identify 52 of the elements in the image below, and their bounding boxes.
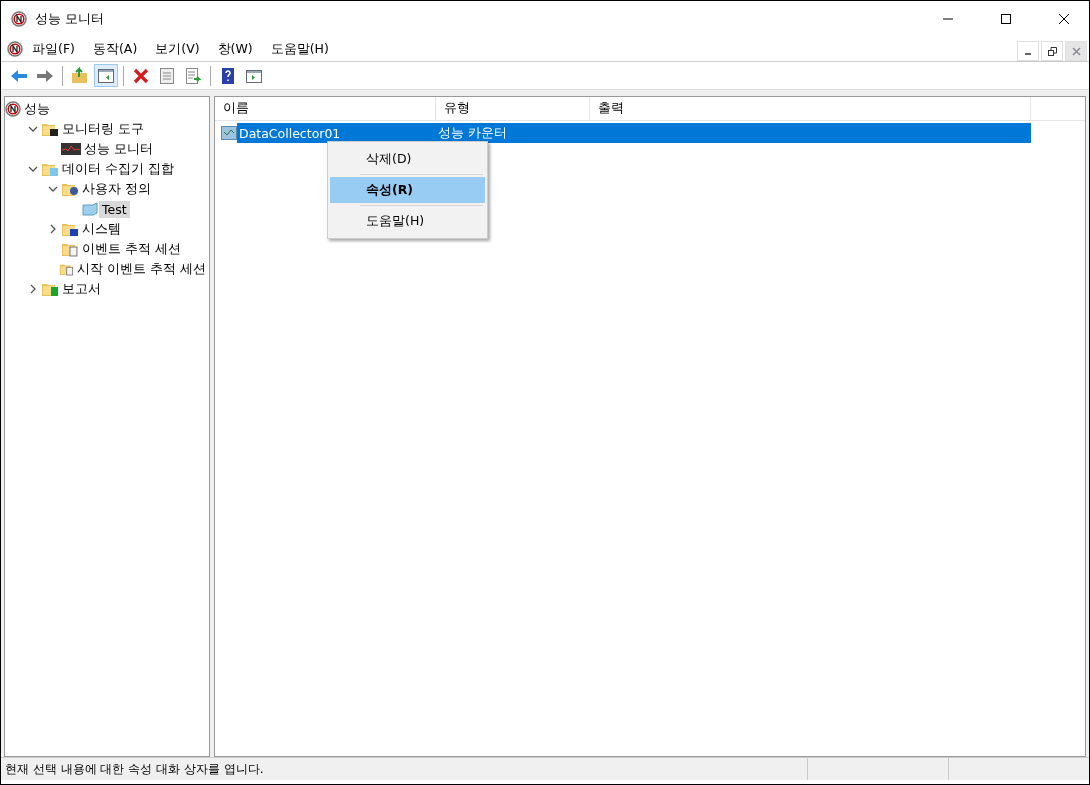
close-icon	[1058, 13, 1070, 25]
tree-item[interactable]: 시스템	[79, 219, 124, 239]
tree-item[interactable]: 성능	[21, 99, 53, 119]
folder-up-icon	[71, 66, 89, 85]
toolbar-button[interactable]	[94, 64, 118, 87]
minimize-button[interactable]	[1017, 41, 1039, 61]
tree-item[interactable]: 시작 이벤트 추적 세션	[74, 259, 209, 279]
tree-item[interactable]: 데이터 수집기 집합	[59, 159, 177, 179]
context-menu-item[interactable]: 도움말(H)	[330, 208, 485, 234]
status-text: 현재 선택 내용에 대한 속성 대화 상자를 엽니다.	[4, 760, 265, 778]
folder-report-icon	[41, 281, 59, 297]
tree-item[interactable]: 이벤트 추적 세션	[79, 239, 184, 259]
column-header[interactable]: 출력	[590, 97, 1031, 120]
chevron-right-icon[interactable]	[48, 224, 58, 234]
menu-item[interactable]: 보기(V)	[146, 40, 209, 58]
tree-item[interactable]: 성능 모니터	[81, 139, 156, 159]
folder-user-icon	[61, 181, 79, 197]
context-menu-item[interactable]: 삭제(D)	[330, 146, 485, 172]
app-logo-icon	[11, 11, 27, 27]
context-menu-item[interactable]: 속성(R)	[330, 177, 485, 203]
close-icon	[1071, 46, 1081, 56]
export-list-icon	[184, 66, 202, 85]
folder-monitor-icon	[41, 121, 59, 137]
column-header[interactable]: 유형	[436, 97, 590, 120]
menu-item[interactable]: 창(W)	[208, 40, 262, 58]
window-title: 성능 모니터	[35, 10, 106, 28]
column-header[interactable]: 이름	[215, 97, 436, 120]
folder-document-icon	[61, 241, 79, 257]
delete-icon	[132, 66, 150, 85]
menu-item[interactable]: 도움말(H)	[261, 40, 338, 58]
tree-item[interactable]: 보고서	[59, 279, 104, 299]
folder-data-icon	[41, 161, 59, 177]
tree-item[interactable]: 모니터링 도구	[59, 119, 147, 139]
table-cell: 성능 카운터	[436, 123, 590, 143]
pane-icon	[97, 66, 115, 85]
chevron-right-icon[interactable]	[28, 284, 38, 294]
tree-item[interactable]: 사용자 정의	[79, 179, 154, 199]
menu-item[interactable]: 파일(F)	[23, 40, 84, 58]
chevron-down-icon[interactable]	[28, 124, 38, 134]
restore-button[interactable]	[1041, 41, 1063, 61]
tree-item[interactable]: Test	[99, 200, 130, 218]
folder-system-icon	[61, 221, 79, 237]
maximize-icon	[1000, 13, 1012, 25]
collector-set-icon	[81, 201, 99, 217]
graph-icon	[61, 141, 81, 157]
restore-icon	[1047, 46, 1057, 56]
menu-item[interactable]: 동작(A)	[83, 40, 147, 58]
collector-icon	[221, 126, 237, 140]
help-icon	[219, 66, 237, 85]
table-cell: DataCollector01	[237, 123, 436, 143]
properties-icon	[158, 66, 176, 85]
app-logo-icon	[7, 41, 23, 57]
